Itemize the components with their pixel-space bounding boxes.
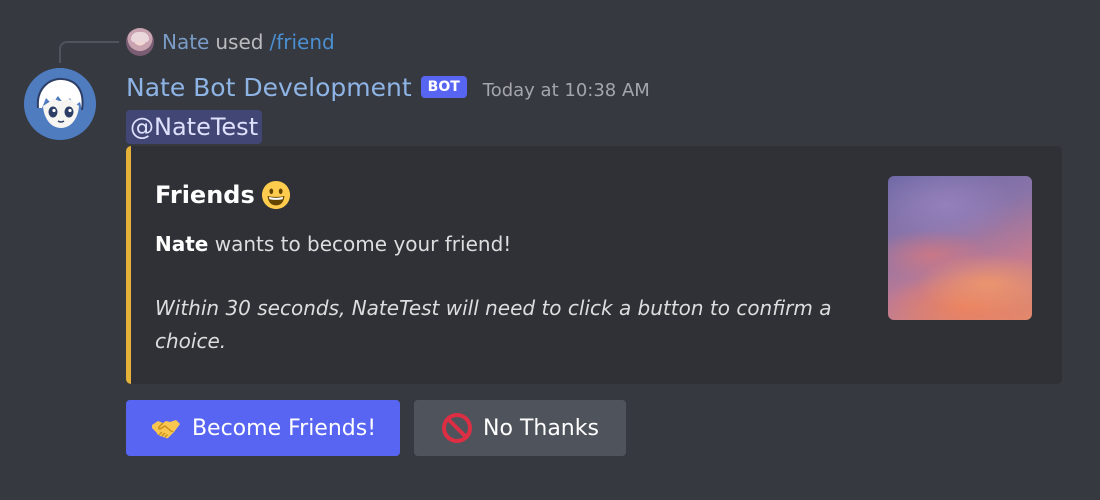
author-username[interactable]: Nate Bot Development [126, 73, 412, 102]
embed-title-text: Friends [155, 181, 255, 209]
embed-thumbnail[interactable] [888, 176, 1032, 320]
embed-description-text: wants to become your friend! [208, 232, 512, 256]
become-friends-label: Become Friends! [191, 415, 377, 441]
embed-description-name: Nate [155, 232, 209, 256]
reply-connector [59, 41, 119, 63]
reply-username[interactable]: Nate [162, 30, 209, 54]
reply-command[interactable]: /friend [269, 30, 334, 54]
user-mention[interactable]: @NateTest [126, 110, 263, 144]
message-timestamp[interactable]: Today at 10:38 AM [483, 80, 650, 101]
friend-embed: Friends Nate wants to become your friend… [126, 146, 1062, 384]
reply-avatar[interactable] [126, 28, 154, 56]
become-friends-button[interactable]: Become Friends! [126, 400, 400, 456]
embed-title: Friends [155, 180, 291, 210]
bot-badge: BOT [420, 76, 467, 98]
grinning-face-icon [261, 180, 290, 210]
embed-note: Within 30 seconds, NateTest will need to… [155, 296, 832, 353]
reply-reference[interactable]: Nate used /friend [126, 28, 335, 56]
handshake-icon [151, 420, 180, 439]
reply-used-text: used [215, 30, 264, 54]
bot-avatar[interactable] [24, 68, 96, 140]
no-thanks-label: No Thanks [483, 415, 599, 441]
embed-description: Nate wants to become your friend! [155, 232, 511, 256]
no-thanks-button[interactable]: No Thanks [414, 400, 626, 456]
prohibited-icon [442, 413, 473, 443]
message-header: Nate Bot Development BOT Today at 10:38 … [126, 70, 650, 104]
